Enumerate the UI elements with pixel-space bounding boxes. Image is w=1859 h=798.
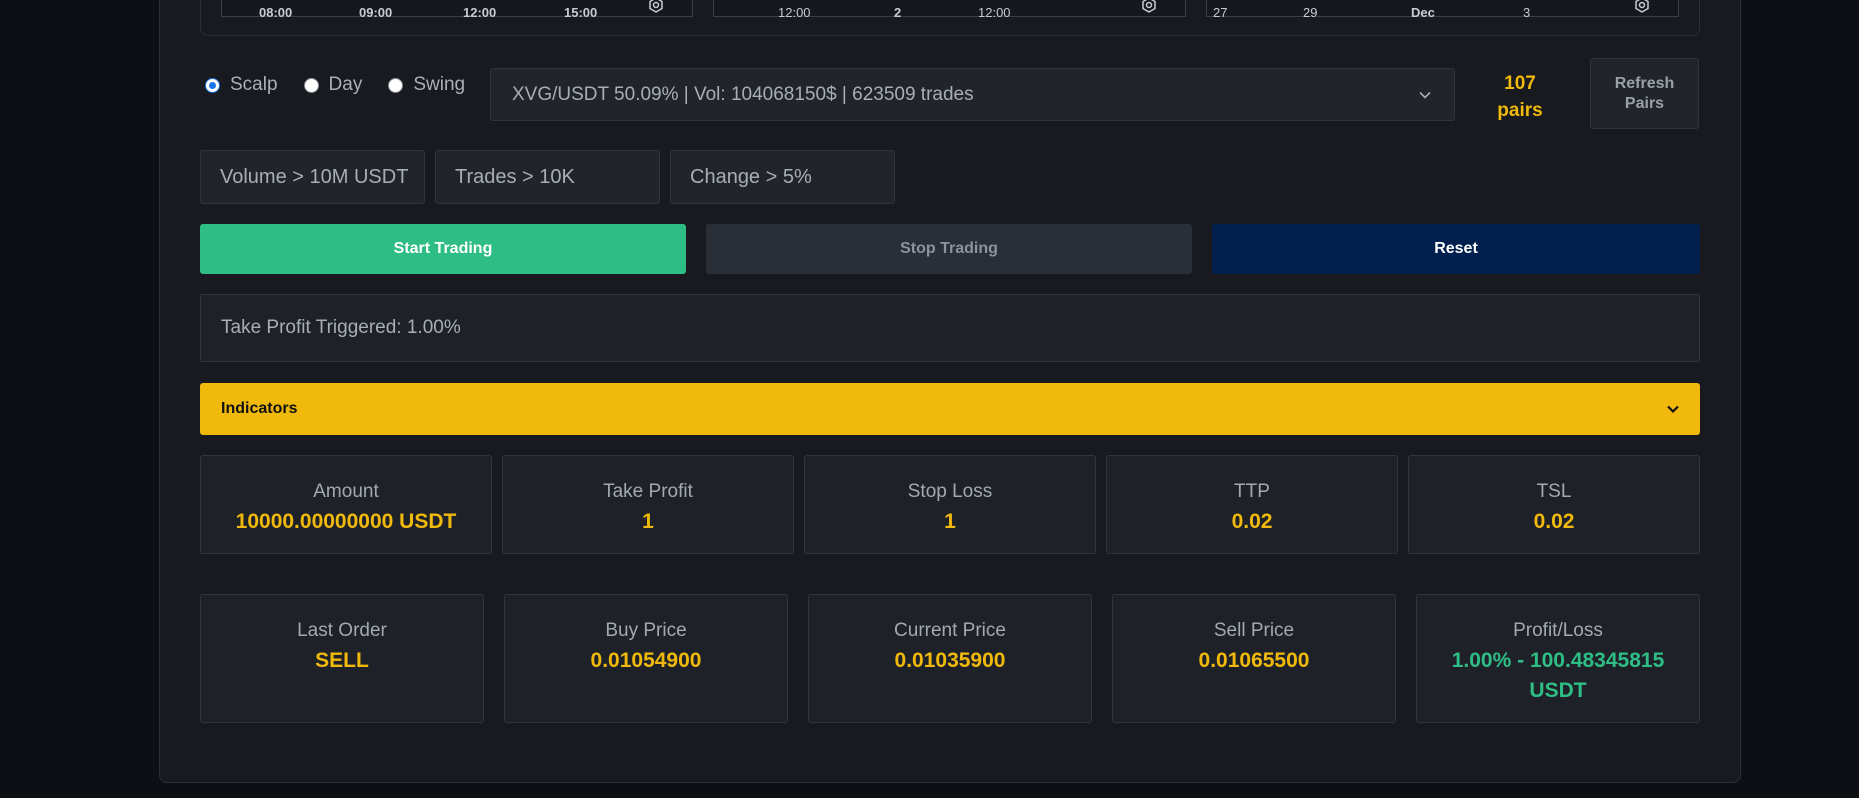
card-label: Stop Loss [907, 481, 993, 502]
status-text: Take Profit Triggered: 1.00% [221, 317, 461, 338]
stop-trading-button[interactable]: Stop Trading [706, 224, 1192, 274]
price-chart-3[interactable]: 27 29 Dec 3 [1206, 0, 1679, 20]
tick-label: 27 [1213, 4, 1228, 20]
pair-select-value: XVG/USDT 50.09% | Vol: 104068150$ | 6235… [512, 83, 974, 105]
current-price-card: Current Price 0.01035900 [808, 594, 1092, 723]
pairs-count-unit: pairs [1497, 100, 1543, 121]
card-label: TSL [1536, 481, 1572, 502]
tick-label: Dec [1411, 4, 1435, 20]
mode-day-radio[interactable] [303, 77, 319, 93]
mode-scalp-radio[interactable] [205, 77, 220, 93]
volume-filter-value: Volume > 10M USDT [220, 165, 409, 188]
tick-label: 12:00 [778, 4, 811, 20]
refresh-label-line2: Pairs [1624, 94, 1665, 112]
ttp-card: TTP 0.02 [1106, 455, 1398, 554]
pairs-count-number: 107 [1504, 73, 1536, 94]
chart-settings-icon[interactable] [648, 0, 664, 13]
price-chart-1[interactable]: 08:00 09:00 12:00 15:00 [221, 0, 693, 20]
start-trading-button[interactable]: Start Trading [200, 224, 686, 274]
take-profit-card: Take Profit 1 [502, 455, 794, 554]
tick-label: 29 [1303, 4, 1318, 20]
card-value: 0.02 [1231, 510, 1273, 533]
card-value: 10000.00000000 USDT [235, 510, 457, 533]
buy-price-card: Buy Price 0.01054900 [504, 594, 788, 723]
chevron-down-icon [1419, 91, 1431, 99]
card-label: Buy Price [605, 620, 687, 641]
card-label: Current Price [894, 620, 1006, 641]
tick-label: 12:00 [463, 4, 497, 20]
tick-label: 09:00 [359, 4, 393, 20]
refresh-label-line1: Refresh [1614, 74, 1675, 92]
chart-settings-icon[interactable] [1141, 0, 1157, 13]
card-value: 1 [944, 510, 956, 533]
last-order-card: Last Order SELL [200, 594, 484, 723]
status-message: Take Profit Triggered: 1.00% [200, 294, 1700, 362]
card-label: Last Order [297, 620, 387, 641]
tick-label: 15:00 [564, 4, 598, 20]
profit-loss-value-line2: USDT [1529, 679, 1587, 702]
profit-loss-card: Profit/Loss 1.00% - 100.48345815 USDT [1416, 594, 1700, 723]
refresh-pairs-button[interactable]: Refresh Pairs [1590, 58, 1699, 129]
mode-scalp-label: Scalp [230, 74, 278, 95]
change-filter-value: Change > 5% [690, 165, 812, 188]
card-value: 0.01035900 [894, 649, 1006, 672]
mode-day-label: Day [328, 74, 363, 95]
change-filter-input[interactable]: Change > 5% [670, 150, 895, 204]
pair-select[interactable]: XVG/USDT 50.09% | Vol: 104068150$ | 6235… [490, 68, 1455, 121]
trading-mode-radio-group: Scalp Day Swing [205, 74, 491, 96]
card-value: SELL [315, 649, 369, 672]
amount-card: Amount 10000.00000000 USDT [200, 455, 492, 554]
price-chart-2[interactable]: 12:00 2 12:00 [713, 0, 1186, 20]
mode-swing-radio[interactable] [388, 77, 404, 93]
card-value: 0.01054900 [590, 649, 702, 672]
stop-loss-card: Stop Loss 1 [804, 455, 1096, 554]
pairs-count: 107 pairs [1480, 70, 1560, 124]
mode-day[interactable]: Day [303, 74, 363, 96]
card-value: 0.02 [1533, 510, 1575, 533]
volume-filter-input[interactable]: Volume > 10M USDT [200, 150, 425, 204]
reset-button[interactable]: Reset [1212, 224, 1700, 274]
card-label: Take Profit [603, 481, 693, 502]
trades-filter-value: Trades > 10K [455, 165, 575, 188]
card-label: Amount [313, 481, 379, 502]
tsl-card: TSL 0.02 [1408, 455, 1700, 554]
profit-loss-value-line1: 1.00% - 100.48345815 [1451, 649, 1665, 672]
indicators-label: Indicators [221, 400, 298, 417]
card-label: Sell Price [1213, 620, 1295, 641]
tick-label: 3 [1523, 4, 1531, 20]
indicators-toggle[interactable]: Indicators [200, 383, 1700, 435]
trades-filter-input[interactable]: Trades > 10K [435, 150, 660, 204]
tick-label: 2 [894, 4, 902, 20]
chevron-down-icon [1667, 405, 1679, 414]
card-value: 1 [642, 510, 654, 533]
sell-price-card: Sell Price 0.01065500 [1112, 594, 1396, 723]
tick-label: 12:00 [978, 4, 1011, 20]
card-value: 1.00% - 100.48345815 USDT [1417, 646, 1699, 706]
mode-swing[interactable]: Swing [388, 74, 465, 96]
mode-scalp[interactable]: Scalp [205, 74, 278, 96]
card-value: 0.01065500 [1198, 649, 1310, 672]
card-label: TTP [1234, 481, 1270, 502]
card-label: Profit/Loss [1513, 620, 1603, 641]
mode-swing-label: Swing [413, 74, 466, 95]
tick-label: 08:00 [259, 4, 293, 20]
chart-settings-icon[interactable] [1634, 0, 1650, 13]
